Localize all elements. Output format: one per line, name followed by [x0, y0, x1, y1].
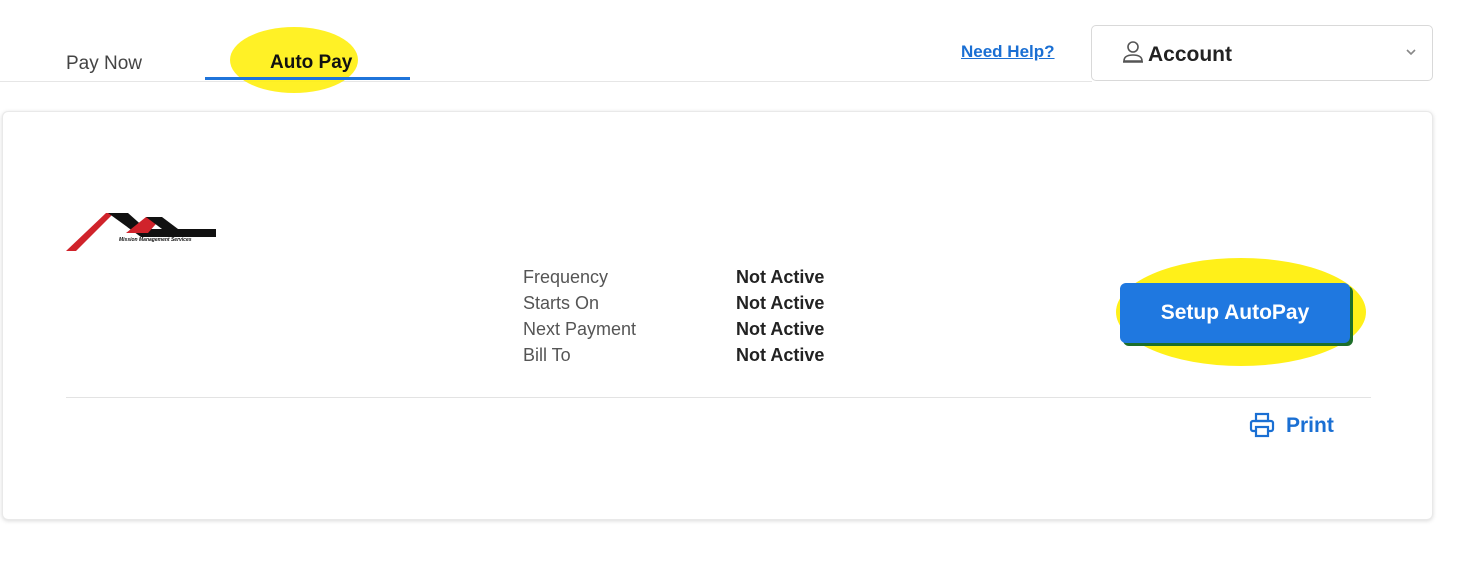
tab-auto-pay-label: Auto Pay	[270, 52, 353, 73]
info-value-frequency: Not Active	[736, 267, 825, 287]
tab-bar: Pay Now Auto Pay	[0, 0, 1092, 93]
account-label: Account	[1148, 43, 1232, 66]
active-tab-indicator	[205, 77, 410, 80]
need-help-link[interactable]: Need Help?	[961, 42, 1055, 62]
card-divider	[66, 397, 1371, 398]
chevron-down-icon	[1406, 49, 1416, 56]
print-label: Print	[1286, 414, 1334, 437]
info-label-next-payment: Next Payment	[523, 319, 637, 339]
printer-icon	[1249, 412, 1275, 438]
setup-autopay-button[interactable]: Setup AutoPay	[1120, 283, 1350, 343]
user-icon	[1123, 41, 1143, 63]
info-value-starts-on: Not Active	[736, 293, 825, 313]
info-value-next-payment: Not Active	[736, 319, 825, 339]
logo-company-name: Mission Management Services	[119, 237, 192, 243]
info-label-bill-to: Bill To	[523, 345, 571, 365]
info-label-frequency: Frequency	[523, 267, 609, 287]
tab-auto-pay[interactable]: Auto Pay	[205, 0, 410, 82]
autopay-info-labels: Frequency Starts On Next Payment Bill To	[523, 264, 636, 368]
autopay-card: Mission Management Services Frequency St…	[2, 111, 1433, 520]
company-logo	[66, 213, 216, 251]
autopay-info-values: Not Active Not Active Not Active Not Act…	[736, 264, 824, 368]
info-label-starts-on: Starts On	[523, 293, 600, 313]
tab-pay-now-label: Pay Now	[66, 53, 143, 74]
info-value-bill-to: Not Active	[736, 345, 825, 365]
tab-pay-now[interactable]: Pay Now	[0, 0, 205, 82]
account-dropdown[interactable]: Account	[1091, 25, 1433, 81]
